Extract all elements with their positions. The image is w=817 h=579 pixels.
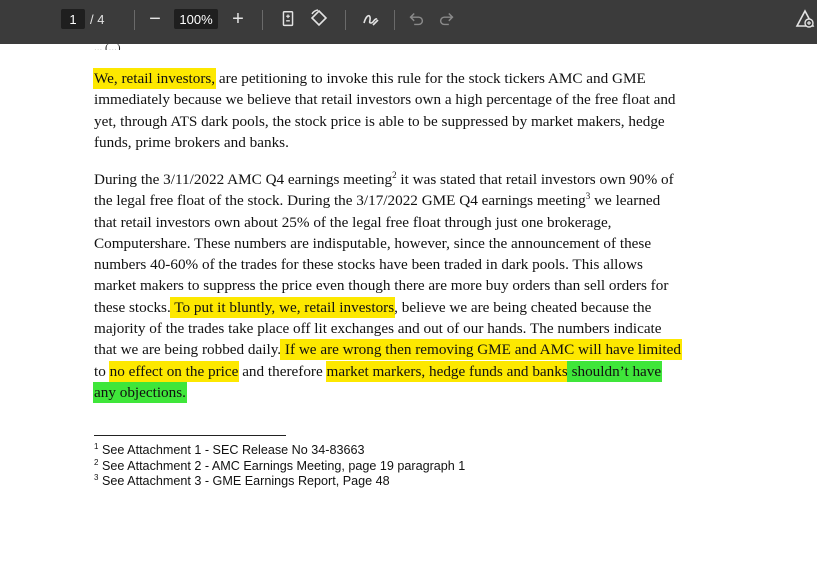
text-run: the legal free float of the stock. Durin…: [94, 192, 586, 210]
toolbar-divider: [262, 10, 263, 30]
green-highlight[interactable]: shouldn’t have: [567, 361, 662, 381]
text-line: the legal free float of the stock. Durin…: [94, 190, 734, 211]
paragraph-1: We, retail investors, are petitioning to…: [94, 68, 734, 153]
text-run: these stocks.: [94, 298, 171, 316]
fit-page-button[interactable]: [278, 8, 298, 30]
page-number-input[interactable]: 1: [61, 9, 85, 29]
redo-button[interactable]: [437, 8, 457, 30]
total-pages: 4: [97, 11, 105, 27]
text-run: , believe we are being cheated because t…: [394, 298, 652, 316]
text-run: are petitioning to invoke this rule for …: [215, 70, 646, 87]
zoom-in-button[interactable]: +: [229, 8, 247, 30]
text-line: that we are being robbed daily. If we ar…: [94, 339, 734, 360]
redo-icon: [439, 13, 454, 26]
fit-to-page-icon: [282, 11, 294, 27]
clipped-text-line: ... (...): [94, 44, 121, 50]
green-highlight[interactable]: any objections.: [94, 382, 186, 402]
text-line: these stocks. To put it bluntly, we, ret…: [94, 297, 734, 318]
yellow-highlight[interactable]: market markers, hedge funds and banks: [326, 361, 568, 381]
text-line: yet, through ATS dark pools, the stock p…: [94, 112, 665, 130]
text-run: that we are being robbed daily.: [94, 341, 282, 359]
text-line: to no effect on the price and therefore …: [94, 361, 734, 382]
text-line: immediately because we believe that reta…: [94, 91, 676, 109]
text-run: to: [94, 362, 110, 380]
rotate-icon: [310, 9, 328, 27]
page-count: / 4: [90, 9, 104, 29]
rotate-button[interactable]: [308, 8, 330, 30]
footnote-divider: [94, 435, 286, 436]
yellow-highlight[interactable]: If we are wrong then removing GME and AM…: [281, 340, 681, 360]
yellow-highlight[interactable]: To put it bluntly, we, retail investors: [170, 297, 395, 317]
draw-button[interactable]: [360, 8, 382, 30]
undo-icon: [409, 13, 424, 26]
footnote-3: 3 See Attachment 3 - GME Earnings Report…: [94, 473, 465, 490]
text-line: numbers 40-60% of the trades for these s…: [94, 256, 643, 274]
footnote-text: See Attachment 3 - GME Earnings Report, …: [98, 474, 390, 488]
draw-pen-icon: [363, 14, 379, 26]
annotate-button[interactable]: [793, 8, 817, 30]
toolbar-divider: [394, 10, 395, 30]
footnote-text: See Attachment 1 - SEC Release No 34-836…: [98, 443, 365, 457]
paragraph-2: During the 3/11/2022 AMC Q4 earnings mee…: [94, 169, 734, 403]
footnote-text: See Attachment 2 - AMC Earnings Meeting,…: [98, 458, 466, 473]
undo-button[interactable]: [406, 8, 426, 30]
text-line: During the 3/11/2022 AMC Q4 earnings mee…: [94, 169, 734, 190]
toolbar-divider: [134, 10, 135, 30]
text-line: market makers to suppress the price even…: [94, 277, 669, 295]
text-line: any objections.: [94, 382, 734, 403]
text-line: funds, prime brokers and banks.: [94, 133, 289, 151]
text-line: We, retail investors, are petitioning to…: [94, 68, 734, 89]
text-line: majority of the trades take place off li…: [94, 320, 662, 338]
text-run: it was stated that retail investors own …: [396, 171, 674, 188]
footnotes: 1 See Attachment 1 - SEC Release No 34-8…: [94, 442, 466, 490]
footnote-1: 1 See Attachment 1 - SEC Release No 34-8…: [94, 442, 465, 459]
zoom-level-input[interactable]: 100%: [174, 9, 218, 29]
yellow-highlight[interactable]: We, retail investors,: [94, 69, 216, 88]
text-line: that retail investors own about 25% of t…: [94, 213, 612, 231]
zoom-out-button[interactable]: −: [146, 8, 164, 30]
pdf-toolbar: 1 / 4 − 100% +: [0, 0, 817, 44]
pdf-page: ... (...) We, retail investors, are peti…: [0, 44, 817, 579]
text-line: Computershare. These numbers are indispu…: [94, 234, 652, 252]
text-run: During the 3/11/2022 AMC Q4 earnings mee…: [94, 171, 393, 188]
shape-annotate-icon: [795, 9, 815, 28]
text-run: we learned: [590, 192, 661, 210]
page-separator: /: [90, 11, 94, 27]
toolbar-divider: [345, 10, 346, 30]
footnote-2: 2 See Attachment 2 - AMC Earnings Meetin…: [94, 458, 466, 475]
text-run: and therefore: [238, 362, 327, 380]
yellow-highlight[interactable]: no effect on the price: [109, 361, 239, 381]
